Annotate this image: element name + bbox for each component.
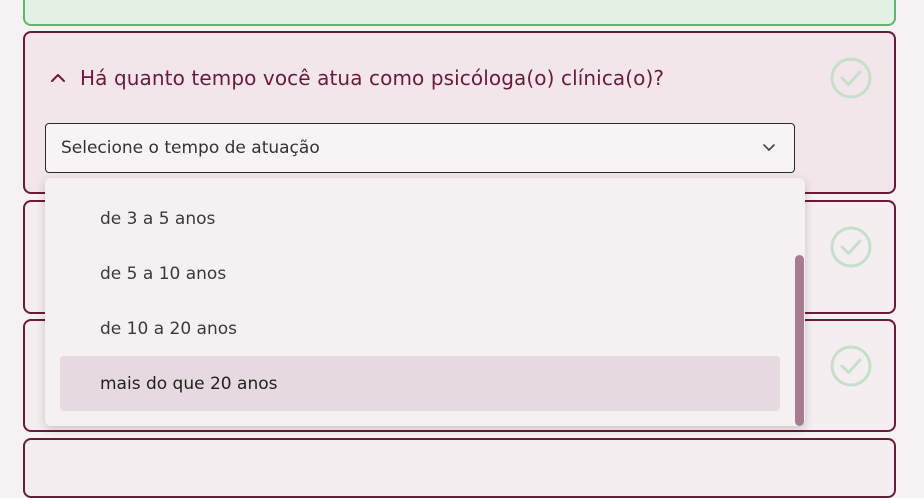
check-circle-icon	[830, 345, 872, 387]
dropdown-scrollbar[interactable]	[795, 255, 804, 426]
dropdown-option[interactable]: de 5 a 10 anos	[60, 246, 780, 301]
dropdown-option-highlighted[interactable]: mais do que 20 anos	[60, 356, 780, 411]
check-circle-icon	[830, 226, 872, 268]
completed-question-card	[23, 0, 896, 26]
check-circle-icon	[830, 57, 872, 99]
chevron-up-icon[interactable]	[49, 69, 67, 87]
dropdown-option[interactable]: de 3 a 5 anos	[60, 191, 780, 246]
question-title: Há quanto tempo você atua como psicóloga…	[80, 66, 665, 90]
select-placeholder: Selecione o tempo de atuação	[61, 138, 320, 158]
question-card[interactable]	[23, 438, 896, 498]
dropdown-option[interactable]: de 10 a 20 anos	[60, 301, 780, 356]
experience-dropdown: de 3 a 5 anos de 5 a 10 anos de 10 a 20 …	[45, 178, 805, 426]
chevron-down-icon[interactable]	[762, 140, 776, 154]
experience-select[interactable]: Selecione o tempo de atuação	[45, 123, 795, 173]
question-header[interactable]: Há quanto tempo você atua como psicóloga…	[49, 66, 664, 90]
